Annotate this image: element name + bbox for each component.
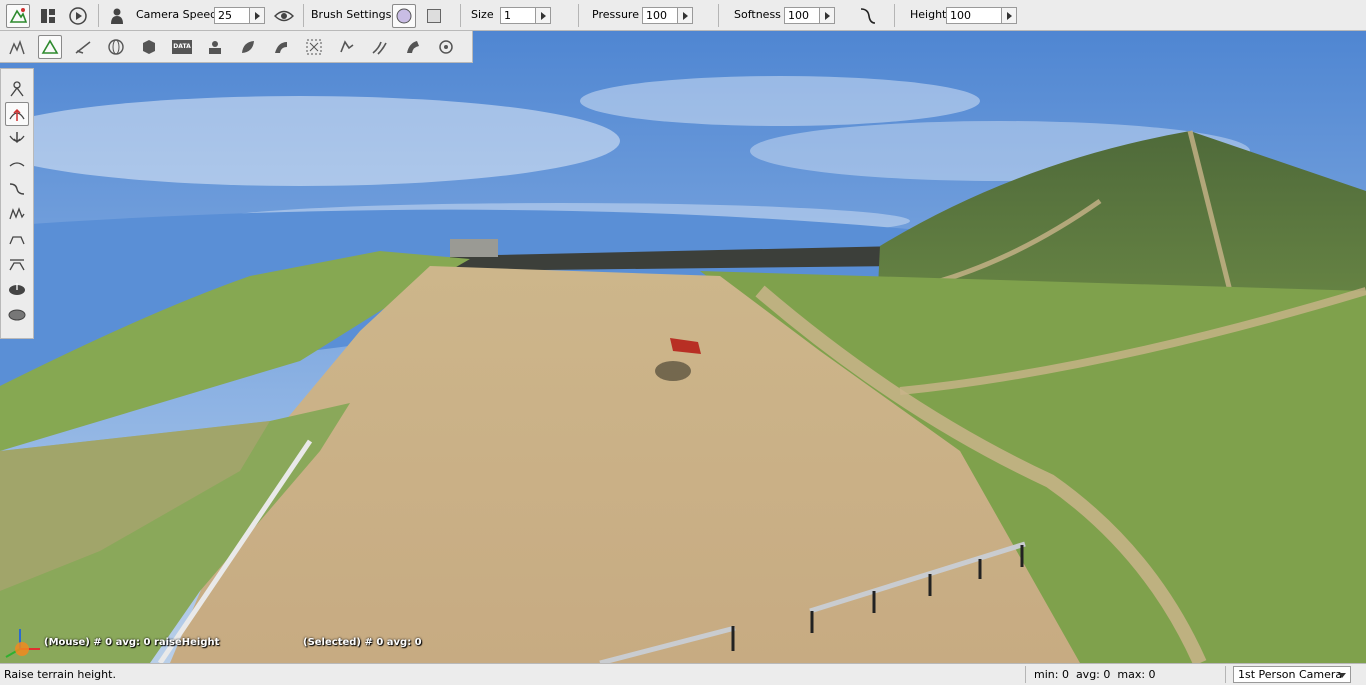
size-input[interactable]: 1: [500, 7, 536, 24]
selected-info: (Selected) # 0 avg: 0: [303, 637, 422, 648]
camera-mode-value: 1st Person Camera: [1238, 668, 1343, 681]
camera-person-icon[interactable]: [105, 4, 129, 28]
main-toolbar: Camera Speed 25 Brush Settings Size 1 Pr…: [0, 0, 1366, 31]
flatten-icon[interactable]: [5, 227, 29, 251]
select-height-icon[interactable]: [5, 77, 29, 101]
terrain-stats: min: 0 avg: 0 max: 0: [1034, 668, 1156, 681]
height-input[interactable]: 100: [946, 7, 1002, 24]
particle-icon[interactable]: [434, 35, 458, 59]
raise-height-icon[interactable]: [5, 102, 29, 126]
slope-icon[interactable]: [5, 177, 29, 201]
pressure-label: Pressure: [592, 8, 639, 21]
softness-curve-icon[interactable]: [856, 4, 880, 28]
decal-icon[interactable]: [203, 35, 227, 59]
select-object-icon[interactable]: [5, 35, 29, 59]
softness-label: Softness: [734, 8, 781, 21]
datablock-icon[interactable]: DATA: [170, 35, 194, 59]
set-height-icon[interactable]: [5, 252, 29, 276]
visibility-eye-icon[interactable]: [272, 4, 296, 28]
window-layout-icon[interactable]: [36, 4, 60, 28]
lower-height-icon[interactable]: [5, 127, 29, 151]
softness-input[interactable]: 100: [784, 7, 820, 24]
road-icon[interactable]: [269, 35, 293, 59]
camera-speed-label: Camera Speed: [136, 8, 218, 21]
status-bar: Raise terrain height. min: 0 avg: 0 max:…: [0, 663, 1366, 685]
size-label: Size: [471, 8, 494, 21]
set-empty-icon[interactable]: [5, 302, 29, 326]
datablock-label: DATA: [172, 40, 192, 54]
size-stepper[interactable]: [535, 7, 551, 24]
terrain-editor-icon[interactable]: [38, 35, 62, 59]
sphere-object-icon[interactable]: [104, 35, 128, 59]
height-stepper[interactable]: [1001, 7, 1017, 24]
play-icon[interactable]: [66, 4, 90, 28]
pressure-input[interactable]: 100: [642, 7, 678, 24]
terrain-scene[interactable]: [0, 31, 1366, 663]
mouse-info: (Mouse) # 0 avg: 0 raiseHeight: [44, 637, 220, 648]
chevron-down-icon: [1338, 673, 1346, 678]
clear-terrain-icon[interactable]: [5, 277, 29, 301]
square-brush-icon[interactable]: [422, 4, 446, 28]
3d-viewport[interactable]: (Mouse) # 0 avg: 0 raiseHeight (Selected…: [0, 31, 1366, 663]
height-label: Height: [910, 8, 947, 21]
status-message: Raise terrain height.: [4, 668, 116, 681]
mesh-road-icon[interactable]: [401, 35, 425, 59]
river-icon[interactable]: [368, 35, 392, 59]
terrain-editor-icon[interactable]: [6, 4, 30, 28]
noise-icon[interactable]: [5, 202, 29, 226]
camera-mode-select[interactable]: 1st Person Camera: [1233, 666, 1351, 683]
circle-brush-icon[interactable]: [392, 4, 416, 28]
editor-toolbar: DATA: [0, 31, 473, 63]
smooth-height-icon[interactable]: [5, 152, 29, 176]
forest-icon[interactable]: [236, 35, 260, 59]
softness-stepper[interactable]: [819, 7, 835, 24]
terrain-paint-icon[interactable]: [71, 35, 95, 59]
navmesh-icon[interactable]: [302, 35, 326, 59]
mesh-object-icon[interactable]: [137, 35, 161, 59]
camera-speed-stepper[interactable]: [249, 7, 265, 24]
axis-gizmo-icon: [5, 629, 40, 658]
brush-settings-label: Brush Settings: [311, 8, 392, 21]
pressure-stepper[interactable]: [677, 7, 693, 24]
terrain-tools-palette: [0, 68, 34, 339]
camera-speed-input[interactable]: 25: [214, 7, 250, 24]
shape-icon[interactable]: [335, 35, 359, 59]
